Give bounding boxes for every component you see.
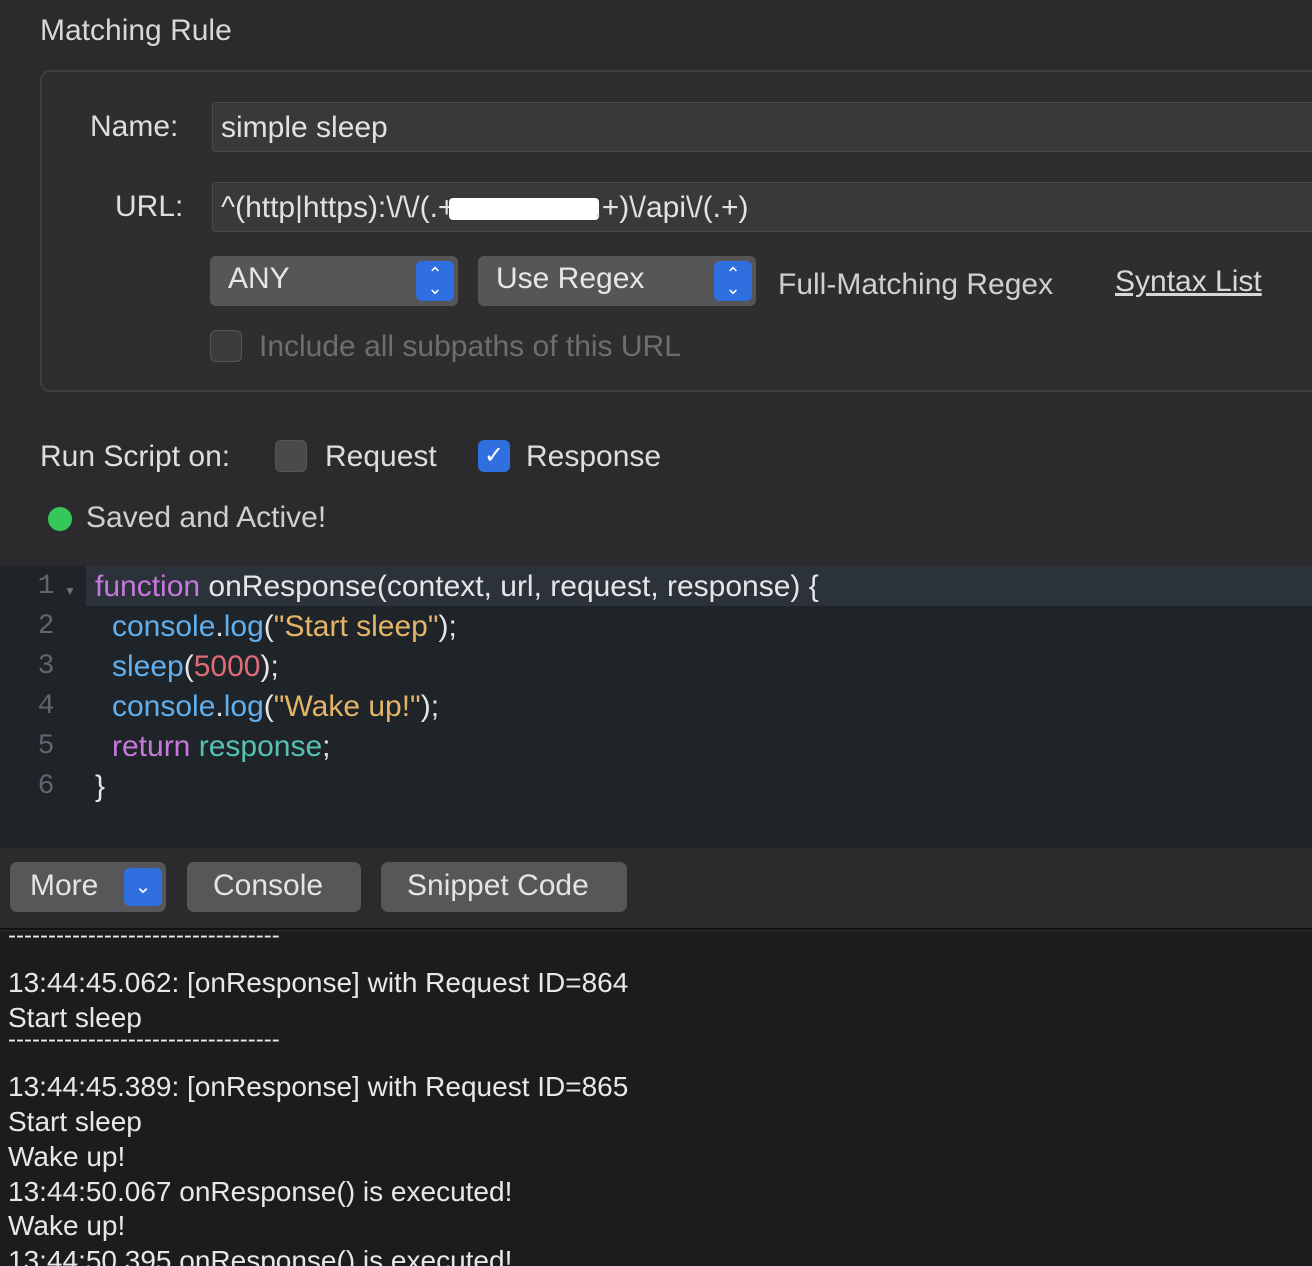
include-subpaths-label: Include all subpaths of this URL (259, 330, 681, 363)
code-line: function onResponse(context, url, reques… (95, 570, 819, 603)
name-input[interactable]: simple sleep (212, 102, 1312, 152)
name-input-value: simple sleep (221, 111, 388, 144)
line-number: 3 (37, 651, 55, 682)
console-line: 13:44:45.389: [onResponse] with Request … (8, 1071, 629, 1103)
more-button[interactable]: More ⌄ (10, 862, 166, 912)
url-input[interactable]: ^(http|https):\/\/(.+ .+)\/api\/(.+) (212, 182, 1312, 232)
regex-hint: Full-Matching Regex (778, 268, 1054, 301)
include-subpaths-checkbox[interactable] (210, 330, 242, 362)
status-text: Saved and Active! (86, 501, 327, 534)
checkmark-icon: ✓ (483, 442, 505, 469)
response-checkbox[interactable]: ✓ (478, 440, 510, 472)
syntax-list-link[interactable]: Syntax List (1115, 265, 1262, 299)
up-down-chevron-icon: ⌃ ⌄ (714, 261, 752, 301)
fold-arrow-icon[interactable]: ▼ (64, 584, 76, 598)
status-indicator (48, 507, 72, 531)
url-input-value-end: .+)\/api\/(.+) (593, 191, 749, 224)
console-line: Start sleep (8, 1105, 142, 1137)
method-select-value: ANY (228, 262, 290, 295)
up-down-chevron-icon: ⌃ ⌄ (416, 261, 454, 301)
name-label: Name: (90, 110, 179, 143)
line-number: 4 (37, 691, 55, 722)
code-line: console.log("Wake up!"); (112, 690, 440, 723)
bottom-toolbar: More ⌄ Console Snippet Code (0, 848, 1312, 930)
console-line: 13:44:50.067 onResponse() is executed! (8, 1175, 513, 1207)
redaction-mark (449, 198, 600, 221)
section-title: Matching Rule (40, 14, 232, 47)
url-label: URL: (115, 190, 184, 223)
code-line: console.log("Start sleep"); (112, 610, 457, 643)
console-line: Wake up! (8, 1140, 126, 1172)
chevron-down-icon: ⌄ (124, 868, 162, 906)
line-number: 5 (37, 731, 55, 762)
line-number: 1 (37, 571, 55, 602)
mode-select[interactable]: Use Regex ⌃ ⌄ (478, 256, 756, 306)
request-label: Request (325, 440, 437, 473)
more-button-label: More (30, 869, 99, 902)
console-line: Wake up! (8, 1210, 126, 1242)
console-line: 13:44:50.395 onResponse() is executed! (8, 1245, 513, 1266)
code-line: return response; (112, 730, 331, 763)
code-editor[interactable]: 1 ▼ 2 3 4 5 6 function onResponse(contex… (0, 566, 1312, 848)
console-button[interactable]: Console (187, 862, 361, 912)
line-number: 6 (37, 771, 55, 802)
console-separator: ---------------------------------- (8, 931, 280, 949)
console-line: 13:44:45.062: [onResponse] with Request … (8, 966, 629, 998)
url-input-value-start: ^(http|https):\/\/(.+ (221, 191, 456, 224)
method-select[interactable]: ANY ⌃ ⌄ (210, 256, 458, 306)
snippet-code-button[interactable]: Snippet Code (381, 862, 627, 912)
code-line: } (95, 770, 106, 803)
mode-select-value: Use Regex (496, 262, 645, 295)
line-number: 2 (37, 611, 55, 642)
request-checkbox[interactable] (275, 440, 307, 472)
code-line: sleep(5000); (112, 650, 279, 683)
console-separator: ---------------------------------- (8, 1026, 280, 1054)
run-script-label: Run Script on: (40, 440, 231, 473)
console-output[interactable]: ---------------------------------- 13:44… (0, 931, 1312, 1266)
response-label: Response (526, 440, 662, 473)
